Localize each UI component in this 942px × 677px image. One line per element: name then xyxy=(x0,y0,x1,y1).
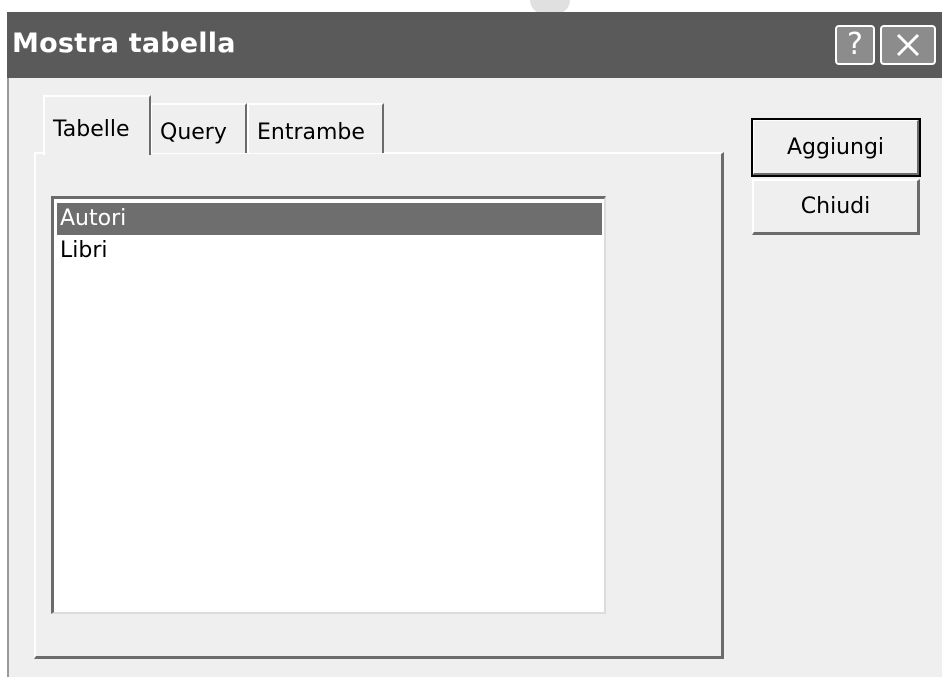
dialog-title: Mostra tabella xyxy=(12,28,236,59)
list-item-autori[interactable]: Autori xyxy=(57,203,602,235)
close-dialog-button[interactable]: Chiudi xyxy=(752,179,920,235)
tab-entrambe[interactable]: Entrambe xyxy=(247,103,384,153)
close-icon xyxy=(896,33,920,57)
help-button[interactable]: ? xyxy=(835,25,875,65)
close-button[interactable] xyxy=(880,25,936,65)
table-listbox[interactable]: Autori Libri xyxy=(51,196,606,614)
list-item-libri[interactable]: Libri xyxy=(57,235,108,267)
tab-tabelle[interactable]: Tabelle xyxy=(43,95,151,155)
question-mark-icon: ? xyxy=(847,27,863,62)
tab-query[interactable]: Query xyxy=(150,103,247,153)
title-bar: Mostra tabella ? xyxy=(7,12,942,78)
add-button[interactable]: Aggiungi xyxy=(751,118,921,177)
